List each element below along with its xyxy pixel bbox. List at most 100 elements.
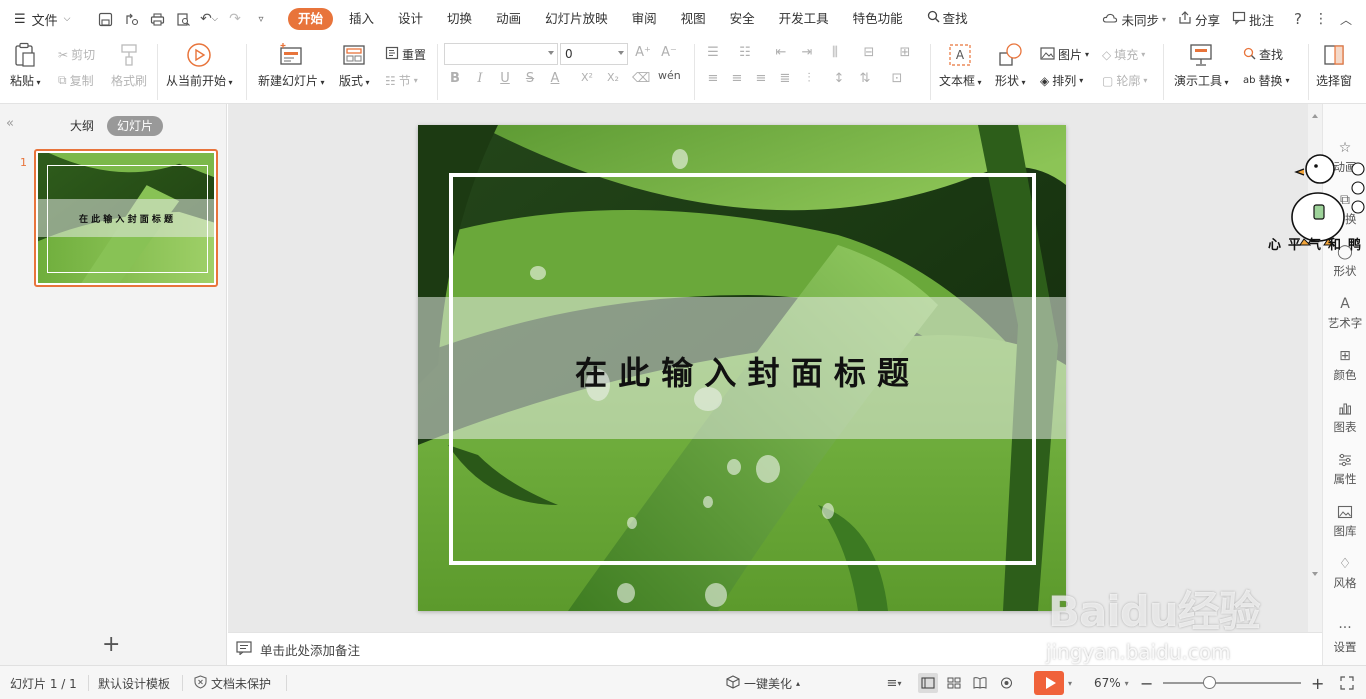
undo-icon[interactable]: ↶ ⌵ [200, 10, 218, 28]
align-right-icon[interactable]: ≡ [752, 71, 770, 86]
redo-icon[interactable]: ↷ [226, 10, 244, 28]
tab-outline[interactable]: 大纲 [60, 116, 104, 136]
increase-indent-icon[interactable]: ⇥ [798, 45, 816, 60]
align-center-icon[interactable]: ≡ [728, 71, 746, 86]
scroll-up-icon[interactable] [1312, 114, 1318, 118]
tab-view[interactable]: 视图 [673, 8, 714, 30]
notes-bar[interactable]: 单击此处添加备注 [228, 632, 1322, 665]
share-button[interactable]: 分享 [1178, 10, 1220, 29]
arrange-button[interactable]: ◈ 排列 ▾ [1040, 72, 1083, 89]
add-slide-icon[interactable]: + [102, 632, 120, 657]
outline-button[interactable]: ▢ 轮廓 ▾ [1102, 72, 1147, 89]
sidebar-item-word-art[interactable]: A 艺术字 [1323, 294, 1366, 331]
print-icon[interactable] [148, 10, 166, 28]
columns-icon[interactable]: ⫼ [826, 45, 844, 60]
section-button[interactable]: ☷ 节 ▾ [385, 72, 418, 89]
new-slide-button[interactable]: 新建幻灯片 ▾ [258, 38, 325, 89]
find-button[interactable]: 查找 [1243, 46, 1283, 63]
strikethrough-icon[interactable]: S [521, 71, 539, 86]
slide-thumbnail[interactable]: 在 此 输 入 封 面 标 题 [34, 149, 218, 287]
zoom-level[interactable]: 67% ▾ [1094, 666, 1129, 699]
document-protection[interactable]: 文档未保护 [194, 666, 271, 699]
zoom-slider-handle[interactable] [1202, 676, 1216, 689]
presenter-view-icon[interactable] [996, 673, 1016, 693]
save-icon[interactable] [96, 10, 114, 28]
font-color-icon[interactable]: A [546, 71, 564, 86]
tab-animations[interactable]: 动画 [488, 8, 529, 30]
paste-button[interactable]: 粘贴 ▾ [10, 38, 41, 89]
reset-button[interactable]: 重置 [385, 46, 426, 63]
export-icon[interactable] [122, 10, 140, 28]
font-name-input[interactable] [444, 43, 558, 65]
fit-to-window-icon[interactable] [1340, 666, 1354, 699]
decrease-indent-icon[interactable]: ⇤ [772, 45, 790, 60]
increase-font-icon[interactable]: A⁺ [634, 45, 652, 60]
decrease-font-icon[interactable]: A⁻ [660, 45, 678, 60]
sidebar-item-style[interactable]: ♢ 风格 [1323, 554, 1366, 591]
bold-icon[interactable]: B [446, 71, 464, 86]
zoom-slider[interactable] [1163, 682, 1301, 684]
align-text-icon[interactable]: ⊞ [896, 45, 914, 60]
italic-icon[interactable]: I [471, 71, 489, 86]
one-click-beautify-button[interactable]: 一键美化 ▴ [726, 666, 800, 699]
tab-search[interactable]: 查找 [919, 8, 976, 30]
design-template-label[interactable]: 默认设计模板 [98, 666, 170, 699]
collapse-ribbon-icon[interactable]: ︿ [1340, 11, 1352, 28]
subscript-icon[interactable]: X₂ [604, 71, 622, 84]
print-preview-icon[interactable] [174, 10, 192, 28]
collapse-panel-icon[interactable]: « [6, 116, 14, 131]
slide-title[interactable]: 在 此 输 入 封 面 标 题 [418, 348, 1066, 394]
numbered-list-icon[interactable]: ☷ [736, 45, 754, 60]
tab-developer[interactable]: 开发工具 [771, 8, 837, 30]
tab-security[interactable]: 安全 [722, 8, 763, 30]
customize-quick-access-icon[interactable]: ▿ [252, 10, 270, 28]
paragraph-spacing-icon[interactable]: ⇅ [856, 71, 874, 86]
bullet-list-icon[interactable]: ☰ [704, 45, 722, 60]
normal-view-icon[interactable] [918, 673, 938, 693]
layout-button[interactable]: 版式 ▾ [339, 38, 370, 89]
more-options-icon[interactable]: ⋮ [1314, 11, 1328, 27]
slide-sorter-icon[interactable] [944, 673, 964, 693]
from-current-button[interactable]: 从当前开始 ▾ [166, 38, 233, 89]
tab-review[interactable]: 审阅 [624, 8, 665, 30]
smart-art-icon[interactable]: ⊡ [888, 71, 906, 86]
comment-button[interactable]: 批注 [1232, 10, 1274, 29]
tab-insert[interactable]: 插入 [341, 8, 382, 30]
underline-icon[interactable]: U [496, 71, 514, 86]
shape-button[interactable]: 形状 ▾ [995, 38, 1026, 89]
file-menu[interactable]: ☰ 文件 ⌵ [0, 0, 88, 38]
reading-view-icon[interactable] [970, 673, 990, 693]
text-direction-icon[interactable]: ⊟ [860, 45, 878, 60]
justify-icon[interactable]: ≣ [776, 71, 794, 86]
sidebar-item-settings[interactable]: ··· 设置 [1323, 618, 1366, 655]
cut-button[interactable]: ✂ 剪切 [58, 46, 95, 63]
help-button[interactable]: ? [1294, 10, 1302, 28]
notes-toggle-icon[interactable]: ≡ ▾ [884, 673, 904, 693]
presentation-tools-button[interactable]: 演示工具 ▾ [1174, 38, 1229, 89]
sidebar-item-chart[interactable]: 图表 [1323, 398, 1366, 435]
tab-design[interactable]: 设计 [390, 8, 431, 30]
zoom-in-icon[interactable]: + [1311, 666, 1324, 699]
slide-1[interactable]: 在 此 输 入 封 面 标 题 [418, 125, 1066, 611]
copy-button[interactable]: ⧉ 复制 [58, 72, 94, 89]
fill-button[interactable]: ◇ 填充 ▾ [1102, 46, 1145, 63]
scroll-down-icon[interactable] [1312, 572, 1318, 576]
distribute-icon[interactable]: ⫶ [800, 71, 818, 86]
tab-slideshow[interactable]: 幻灯片放映 [537, 8, 616, 30]
line-spacing-icon[interactable]: ↕ [830, 71, 848, 86]
align-left-icon[interactable]: ≡ [704, 71, 722, 86]
tab-special-features[interactable]: 特色功能 [845, 8, 911, 30]
phonetic-guide-icon[interactable]: wén [658, 69, 681, 82]
clear-format-icon[interactable]: ⌫ [632, 71, 650, 86]
selection-pane-button[interactable]: 选择窗 [1316, 38, 1352, 89]
superscript-icon[interactable]: X² [578, 71, 596, 84]
replace-button[interactable]: ab 替换 ▾ [1243, 72, 1290, 89]
zoom-out-icon[interactable]: − [1140, 666, 1153, 699]
sync-button[interactable]: 未同步 ▾ [1102, 10, 1166, 29]
font-size-input[interactable]: 0 [560, 43, 628, 65]
sidebar-item-gallery[interactable]: 图库 [1323, 502, 1366, 539]
format-painter-button[interactable]: 格式刷 [111, 38, 147, 89]
text-box-button[interactable]: A 文本框 ▾ [939, 38, 982, 89]
picture-button[interactable]: 图片 ▾ [1040, 46, 1089, 63]
tab-transitions[interactable]: 切换 [439, 8, 480, 30]
